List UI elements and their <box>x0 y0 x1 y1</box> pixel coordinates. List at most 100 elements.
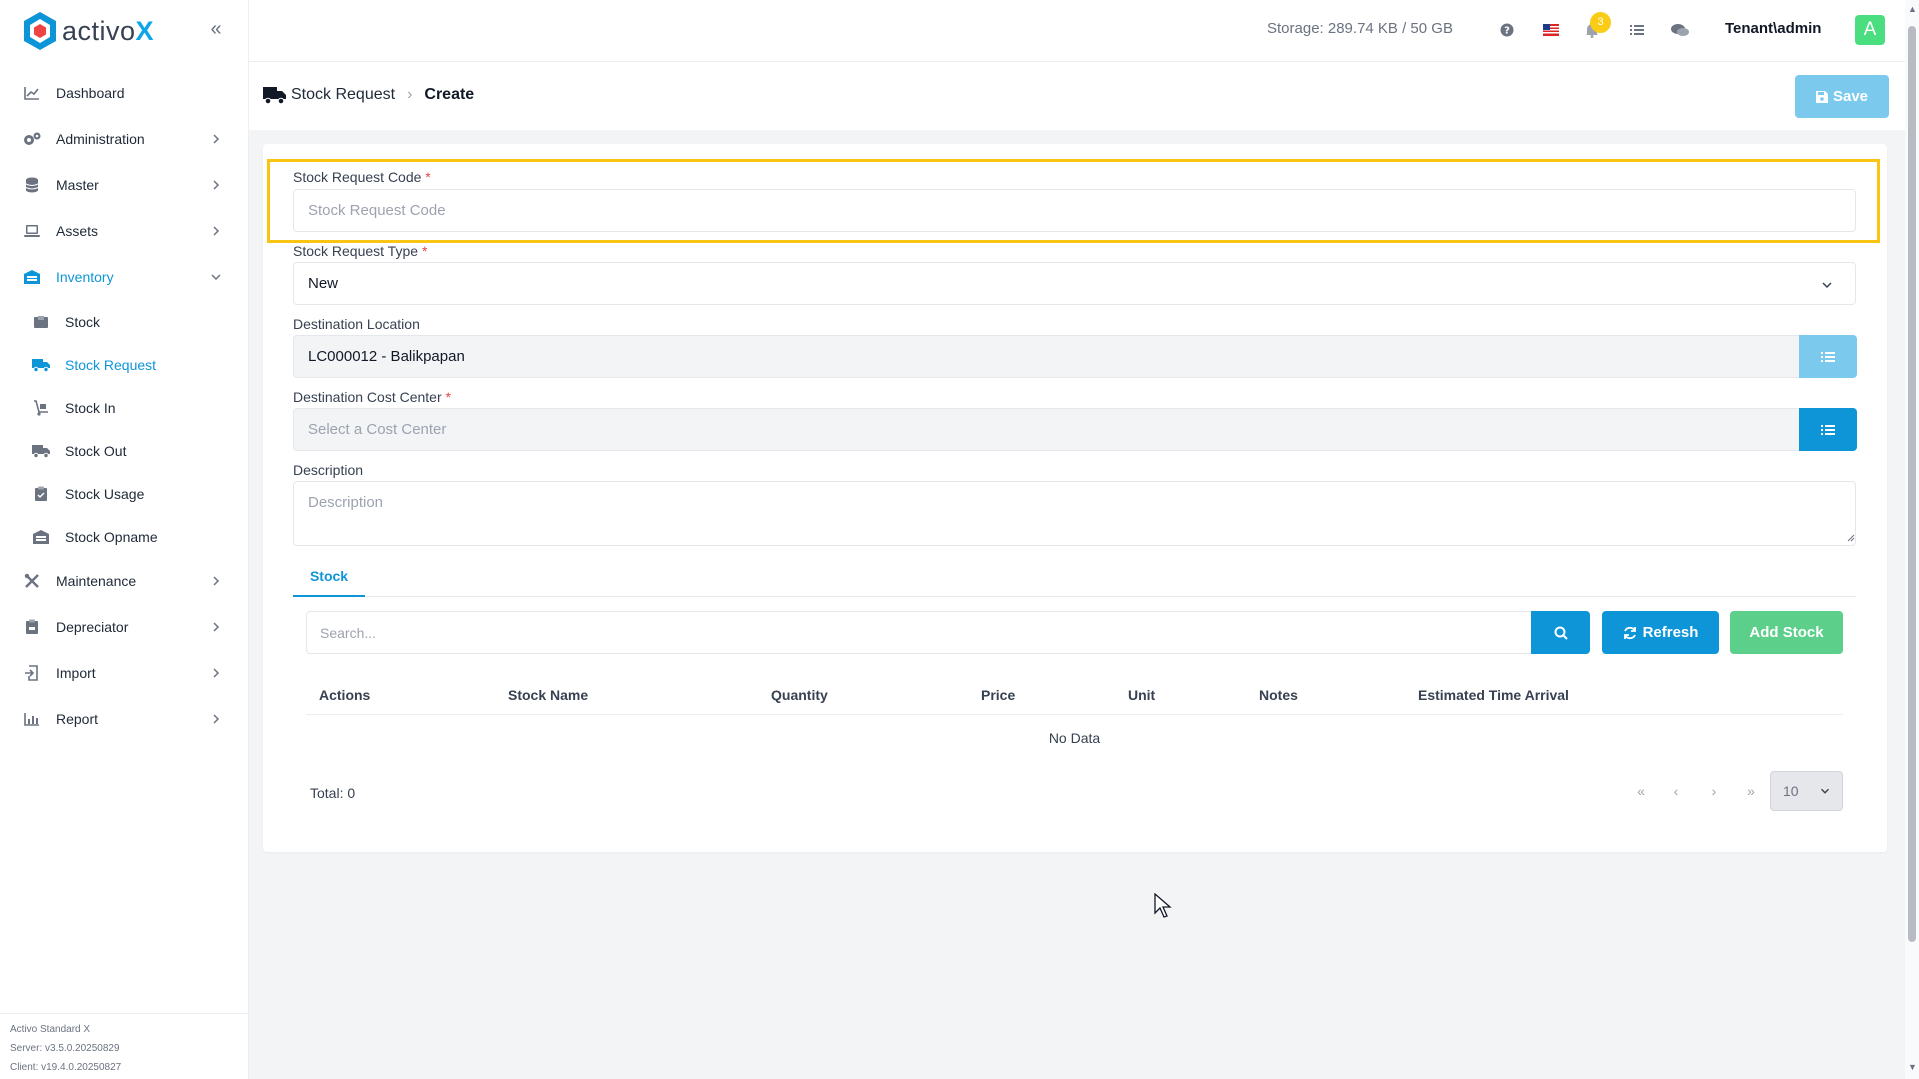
sidebar-subitem-stock-out[interactable]: Stock Out <box>0 429 248 472</box>
scroll-up-icon[interactable]: ▲ <box>1908 5 1917 14</box>
sidebar-item-label: Maintenance <box>56 573 137 589</box>
destination-cost-center-label: Destination Cost Center * <box>293 389 451 405</box>
us-flag-icon[interactable] <box>1541 20 1561 40</box>
scroll-down-icon[interactable]: ▼ <box>1908 1063 1917 1072</box>
sidebar-item-dashboard[interactable]: Dashboard <box>0 70 248 116</box>
floppy-disk-icon <box>1815 90 1828 103</box>
chevron-right-icon <box>213 180 220 190</box>
logo[interactable]: activoX « <box>0 0 248 62</box>
box-icon <box>32 313 50 331</box>
tab-stock[interactable]: Stock <box>293 560 365 597</box>
stock-search-input[interactable] <box>306 611 1532 654</box>
sidebar-item-administration[interactable]: Administration <box>0 116 248 162</box>
avatar[interactable]: A <box>1855 15 1885 45</box>
sidebar-item-inventory[interactable]: Inventory <box>0 254 248 300</box>
sidebar-item-maintenance[interactable]: Maintenance <box>0 558 248 604</box>
sidebar-item-master[interactable]: Master <box>0 162 248 208</box>
truck-icon <box>32 356 50 374</box>
sidebar-item-label: Report <box>56 711 99 727</box>
save-button-label: Save <box>1832 88 1869 105</box>
refresh-button[interactable]: Refresh <box>1602 611 1719 654</box>
destination-location-label: Destination Location <box>293 316 420 332</box>
sidebar-item-label: Administration <box>56 131 145 147</box>
list-icon <box>1821 424 1835 435</box>
resize-grip-icon[interactable] <box>1845 532 1855 542</box>
add-stock-button[interactable]: Add Stock <box>1730 611 1843 654</box>
sidebar-subitem-stock-usage[interactable]: Stock Usage <box>0 472 248 515</box>
sidebar-subitem-stock-opname[interactable]: Stock Opname <box>0 515 248 558</box>
activo-logo-icon <box>24 12 56 50</box>
refresh-button-label: Refresh <box>1642 624 1699 641</box>
description-textarea[interactable] <box>293 481 1856 546</box>
product-name: Activo Standard X <box>10 1024 91 1035</box>
import-icon <box>22 663 42 683</box>
last-page-icon[interactable]: » <box>1741 781 1761 801</box>
sidebar-subitem-label: Stock Request <box>65 356 157 373</box>
chat-icon[interactable] <box>1670 20 1690 40</box>
task-list-icon[interactable] <box>1627 20 1647 40</box>
warehouse-icon <box>32 528 50 546</box>
sidebar-item-label: Master <box>56 177 99 193</box>
column-header-stock-name: Stock Name <box>508 687 589 703</box>
first-page-icon[interactable]: « <box>1631 781 1651 801</box>
search-button[interactable] <box>1531 611 1590 654</box>
total-count: Total: 0 <box>310 785 356 801</box>
scrollbar-thumb[interactable] <box>1908 26 1916 942</box>
sidebar: activoX « Dashboard Administration Maste… <box>0 0 249 1079</box>
stock-request-type-value: New <box>308 275 339 292</box>
location-picker-button[interactable] <box>1799 335 1857 378</box>
clipboard-check-icon <box>32 485 50 503</box>
version-info: Activo Standard X Server: v3.5.0.2025082… <box>0 1013 249 1079</box>
prev-page-icon[interactable]: ‹ <box>1666 781 1686 801</box>
laptop-icon <box>22 221 42 241</box>
stock-request-code-input[interactable] <box>293 189 1856 232</box>
user-name[interactable]: Tenant\admin <box>1725 20 1821 37</box>
chart-line-icon <box>22 83 42 103</box>
chevron-right-icon <box>213 134 220 144</box>
storage-usage: Storage: 289.74 KB / 50 GB <box>1267 20 1453 37</box>
svg-text:?: ? <box>1504 26 1510 37</box>
chevron-down-icon <box>1822 282 1832 289</box>
page-size-select[interactable]: 10 <box>1770 771 1843 811</box>
column-header-actions: Actions <box>319 687 371 703</box>
truck-icon <box>263 87 286 105</box>
database-icon <box>22 175 42 195</box>
page-scrollbar[interactable]: ▲ ▼ <box>1905 0 1919 1079</box>
dolly-icon <box>32 399 50 417</box>
stock-request-type-select[interactable]: New <box>293 262 1856 305</box>
sidebar-item-label: Inventory <box>56 269 114 285</box>
cost-center-picker-button[interactable] <box>1799 408 1857 451</box>
clipboard-icon <box>22 617 42 637</box>
sidebar-item-depreciator[interactable]: Depreciator <box>0 604 248 650</box>
client-version: Client: v19.4.0.20250827 <box>10 1062 122 1073</box>
list-icon <box>1821 351 1835 362</box>
chevron-right-icon <box>213 622 220 632</box>
sidebar-subitem-stock-in[interactable]: Stock In <box>0 386 248 429</box>
help-icon[interactable]: ? <box>1497 20 1517 40</box>
next-page-icon[interactable]: › <box>1704 781 1724 801</box>
cost-center-placeholder: Select a Cost Center <box>308 421 447 438</box>
server-version: Server: v3.5.0.20250829 <box>10 1043 120 1054</box>
gears-icon <box>22 129 42 149</box>
sidebar-item-label: Depreciator <box>56 619 129 635</box>
destination-location-input[interactable]: LC000012 - Balikpapan <box>293 335 1800 378</box>
sidebar-item-assets[interactable]: Assets <box>0 208 248 254</box>
sidebar-subitem-stock[interactable]: Stock <box>0 300 248 343</box>
search-icon <box>1554 626 1568 640</box>
collapse-sidebar-icon[interactable]: « <box>205 18 227 40</box>
sidebar-subitem-label: Stock <box>65 313 101 330</box>
sidebar-item-report[interactable]: Report <box>0 696 248 742</box>
save-button[interactable]: Save <box>1795 75 1889 118</box>
destination-cost-center-input[interactable]: Select a Cost Center <box>293 408 1800 451</box>
breadcrumb-current: Create <box>424 86 475 103</box>
sidebar-subitem-stock-request[interactable]: Stock Request <box>0 343 248 386</box>
logo-text: activoX <box>62 15 155 46</box>
mouse-cursor-icon <box>1154 893 1172 918</box>
topbar: Storage: 289.74 KB / 50 GB ? 3 Tenant\ad… <box>249 0 1919 62</box>
page-size-value: 10 <box>1783 783 1799 799</box>
column-header-eta: Estimated Time Arrival <box>1418 687 1569 703</box>
breadcrumb-parent[interactable]: Stock Request <box>291 86 395 104</box>
sidebar-item-import[interactable]: Import <box>0 650 248 696</box>
chevron-right-icon <box>213 226 220 236</box>
chevron-right-icon <box>213 576 220 586</box>
